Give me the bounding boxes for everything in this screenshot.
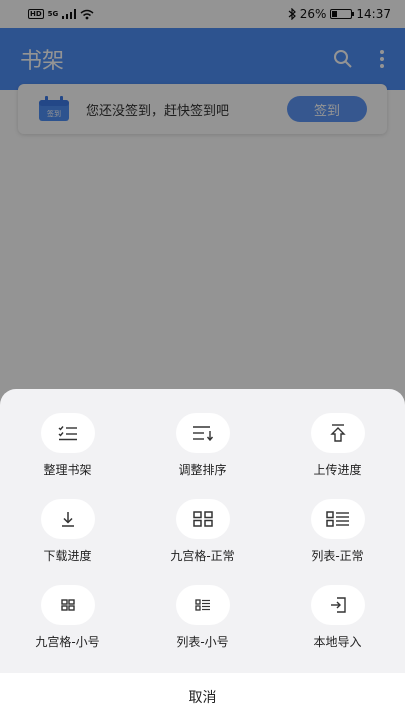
action-grid-small[interactable]: 九宫格-小号 [0,585,135,671]
icon-circle [310,585,365,625]
sort-icon [192,426,213,441]
icon-circle [40,499,95,539]
list-normal-icon [325,511,349,527]
grid-small-icon [60,599,75,611]
item-label: 列表-小号 [176,635,229,649]
icon-circle [175,585,230,625]
item-label: 九宫格-正常 [170,549,235,563]
action-local-import[interactable]: 本地导入 [270,585,405,671]
item-label: 整理书架 [43,463,92,477]
icon-circle [40,413,95,453]
grid-normal-icon [192,511,213,527]
upload-icon [329,424,346,442]
action-upload-progress[interactable]: 上传进度 [270,413,405,499]
icon-circle [175,499,230,539]
icon-circle [310,499,365,539]
item-label: 九宫格-小号 [35,635,100,649]
icon-circle [175,413,230,453]
cancel-button[interactable]: 取消 [0,673,405,720]
action-download-progress[interactable]: 下载进度 [0,499,135,585]
action-grid: 整理书架 调整排序 上传进度 下载进度 九宫格-正常 列表-正常 九宫格-小号 … [0,413,405,671]
manage-list-icon [58,426,77,441]
item-label: 调整排序 [178,463,227,477]
local-import-icon [330,597,346,613]
download-icon [61,512,74,527]
action-list-small[interactable]: 列表-小号 [135,585,270,671]
item-label: 下载进度 [43,549,92,563]
action-grid-normal[interactable]: 九宫格-正常 [135,499,270,585]
item-label: 列表-正常 [311,549,364,563]
item-label: 本地导入 [313,635,362,649]
action-adjust-sort[interactable]: 调整排序 [135,413,270,499]
action-manage-shelf[interactable]: 整理书架 [0,413,135,499]
bottom-sheet: 整理书架 调整排序 上传进度 下载进度 九宫格-正常 列表-正常 九宫格-小号 … [0,389,405,720]
icon-circle [310,413,365,453]
action-list-normal[interactable]: 列表-正常 [270,499,405,585]
item-label: 上传进度 [313,463,362,477]
list-small-icon [194,599,210,611]
icon-circle [40,585,95,625]
